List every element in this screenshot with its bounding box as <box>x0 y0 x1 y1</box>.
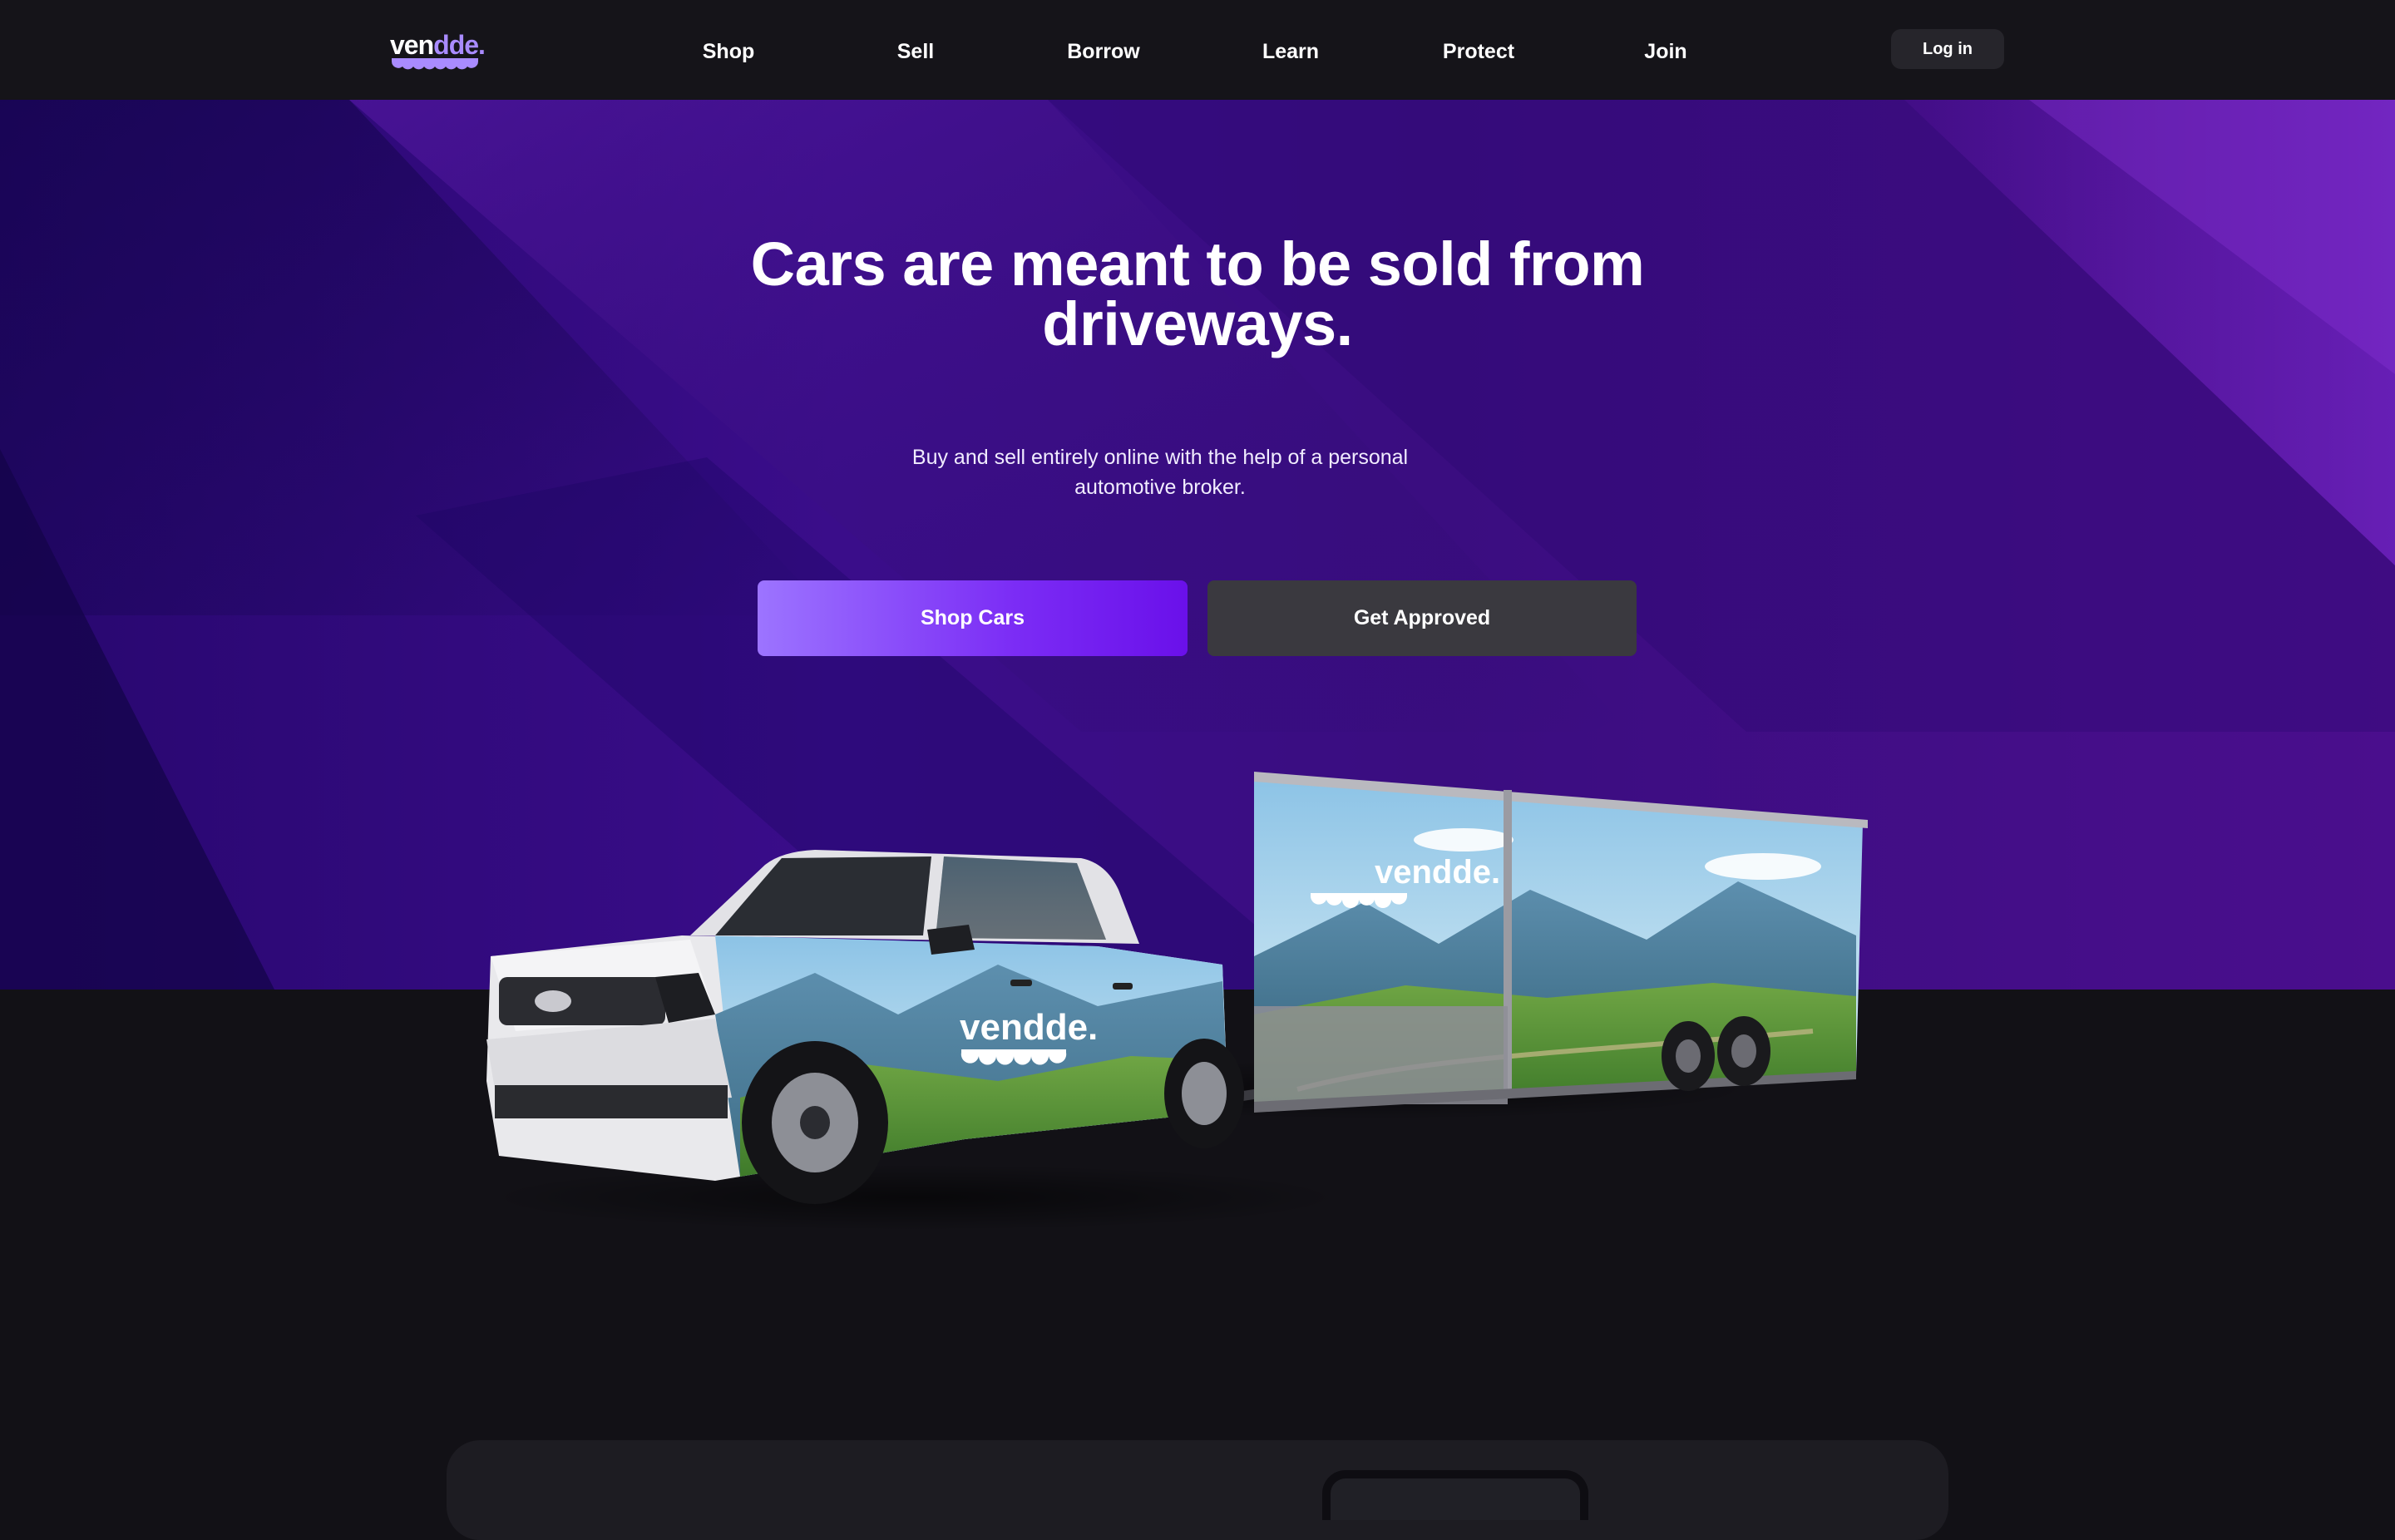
nav-link-learn[interactable]: Learn <box>1262 37 1319 67</box>
feature-card <box>447 1440 1948 1540</box>
device-illustration <box>1322 1470 1588 1520</box>
hero-subtitle: Buy and sell entirely online with the he… <box>911 442 1410 502</box>
nav-link-sell[interactable]: Sell <box>897 37 934 67</box>
hero-subtitle-line-1: Buy and sell entirely online with the he… <box>911 446 1409 469</box>
truck-and-trailer-image: vendde. vendde. <box>482 772 1868 1231</box>
nav-link-join[interactable]: Join <box>1644 37 1686 67</box>
truck-wrap-logo: vendde. <box>960 1007 1098 1048</box>
top-navigation: vendde. Shop Sell Borrow Learn Protect J… <box>0 0 2395 100</box>
trailer-wrap-logo: vendde. <box>1375 854 1500 891</box>
hero-headline: Cars are meant to be sold from driveways… <box>0 230 2395 358</box>
nav-link-borrow[interactable]: Borrow <box>1067 37 1140 67</box>
nav-link-protect[interactable]: Protect <box>1443 37 1514 67</box>
trailer: vendde. <box>1198 772 1868 1113</box>
shop-cars-button[interactable]: Shop Cars <box>758 580 1188 656</box>
logo-waves-icon <box>392 58 478 70</box>
pickup-truck: vendde. <box>486 850 1244 1204</box>
vendde-logo[interactable]: vendde. <box>390 30 486 70</box>
hero-subtitle-line-2: automotive broker. <box>1074 476 1246 499</box>
login-button[interactable]: Log in <box>1891 29 2004 69</box>
hero-headline-line-1: Cars are meant to be sold from <box>750 230 1645 299</box>
hero-headline-line-2: driveways. <box>1042 289 1353 358</box>
nav-link-shop[interactable]: Shop <box>703 37 755 67</box>
get-approved-button[interactable]: Get Approved <box>1207 580 1637 656</box>
